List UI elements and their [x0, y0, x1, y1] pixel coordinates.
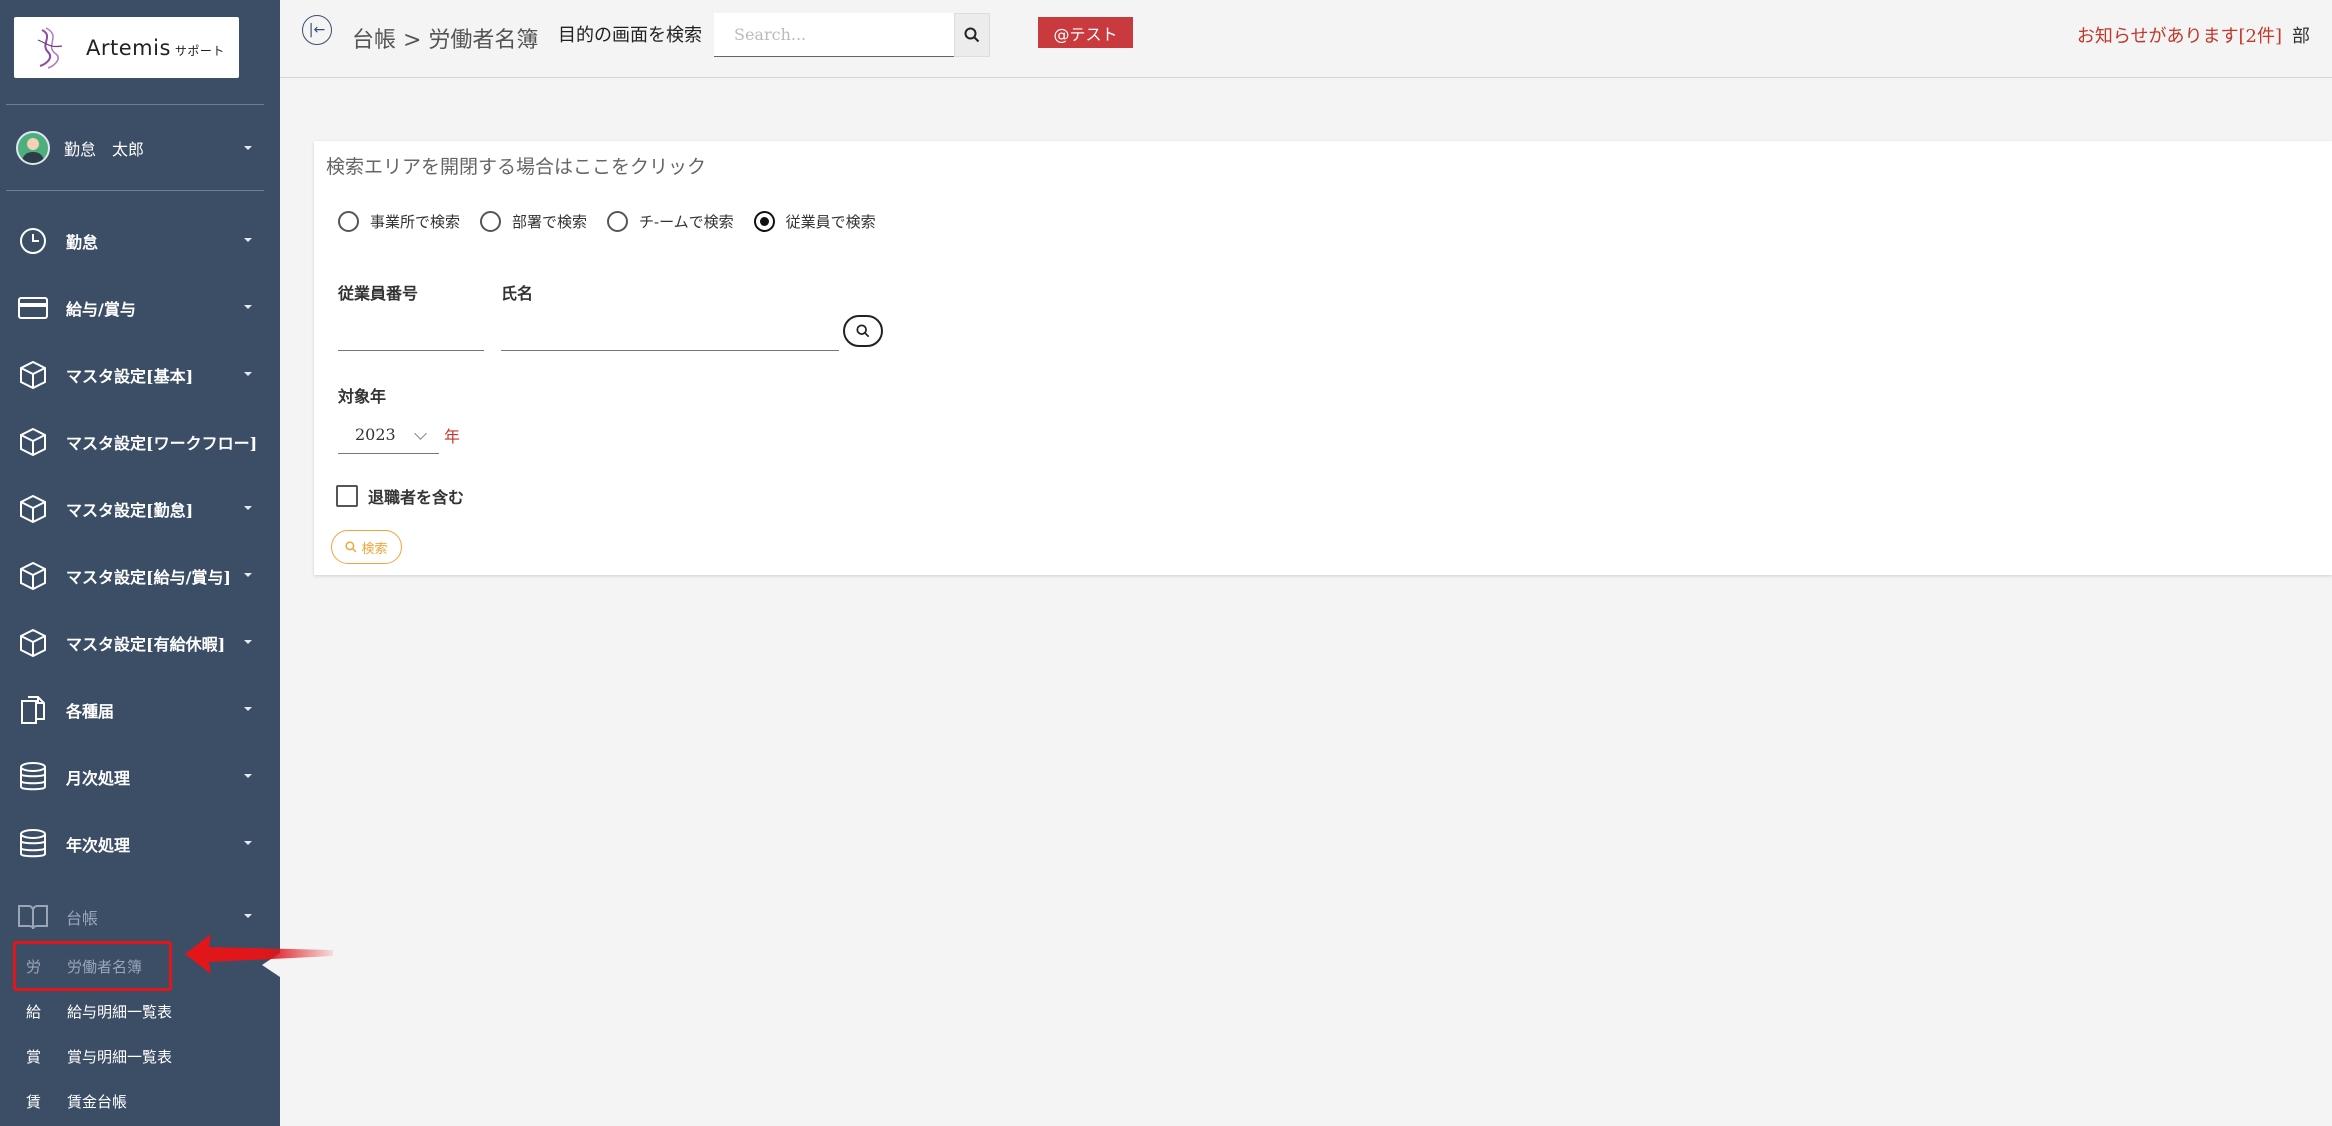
target-year-label: 対象年	[338, 387, 387, 406]
sidebar-item-master-attendance[interactable]: マスタ設定[勤怠]	[0, 475, 280, 542]
sidebar-divider	[6, 190, 264, 191]
target-year-select[interactable]: 2023	[338, 416, 439, 454]
avatar	[16, 131, 50, 165]
chevron-down-icon	[244, 238, 252, 242]
app-logo[interactable]: Artemis サポート	[14, 17, 239, 78]
sidebar-item-label: 給与/賞与	[66, 299, 136, 319]
include-retired-label: 退職者を含む	[368, 488, 465, 507]
sub-item-abbr: 賃	[26, 1092, 42, 1111]
database-icon	[16, 760, 50, 794]
sidebar-subitem-salary-statement-list[interactable]: 給 給与明細一覧表	[0, 989, 280, 1033]
target-year-value: 2023	[355, 425, 396, 444]
sidebar-item-master-basic[interactable]: マスタ設定[基本]	[0, 341, 280, 408]
cube-icon	[16, 358, 50, 392]
sidebar-item-master-workflow[interactable]: マスタ設定[ワークフロー]	[0, 408, 280, 475]
radio-team[interactable]: チ-ームで検索	[607, 211, 734, 232]
sidebar-item-label: 年次処理	[66, 835, 131, 855]
user-menu[interactable]: 勤怠 太郎	[0, 108, 280, 188]
chevron-down-icon	[244, 573, 252, 577]
collapse-icon: |←	[308, 22, 326, 38]
sub-item-abbr: 給	[26, 1002, 42, 1021]
sidebar-item-master-paid-leave[interactable]: マスタ設定[有給休暇]	[0, 609, 280, 676]
sidebar-item-label: 各種届	[66, 701, 115, 721]
database-icon	[16, 827, 50, 861]
sidebar-subitem-bonus-statement-list[interactable]: 賞 賞与明細一覧表	[0, 1034, 280, 1078]
sidebar-item-label: マスタ設定[ワークフロー]	[66, 433, 258, 453]
search-panel-toggle[interactable]: 検索エリアを開閉する場合はここをクリック	[326, 152, 706, 179]
radio-office[interactable]: 事業所で検索	[338, 211, 460, 232]
sub-item-label: 給与明細一覧表	[67, 1002, 173, 1021]
search-icon	[964, 27, 980, 43]
chevron-down-icon	[244, 774, 252, 778]
environment-badge[interactable]: @テスト	[1038, 17, 1133, 48]
top-header: |← 台帳 > 労働者名簿 目的の画面を検索 @テスト お知らせがあります[2件…	[280, 0, 2332, 78]
highlight-box	[13, 941, 172, 991]
search-panel: 検索エリアを開閉する場合はここをクリック 事業所で検索 部署で検索 チ-ームで検…	[314, 141, 2332, 575]
sidebar-item-label: マスタ設定[給与/賞与]	[66, 567, 231, 587]
screen-search	[714, 13, 990, 57]
radio-department[interactable]: 部署で検索	[480, 211, 587, 232]
chevron-down-icon	[244, 640, 252, 644]
chevron-down-icon	[244, 707, 252, 711]
sidebar-item-label: 勤怠	[66, 232, 99, 252]
sidebar-divider	[6, 104, 264, 105]
sidebar-item-label: 月次処理	[66, 768, 131, 788]
book-icon	[16, 900, 50, 934]
breadcrumb: 台帳 > 労働者名簿	[352, 28, 539, 53]
year-unit: 年	[444, 427, 461, 446]
chevron-down-icon	[244, 841, 252, 845]
search-icon	[856, 324, 870, 338]
credit-card-icon	[16, 291, 50, 325]
sidebar-item-annual[interactable]: 年次処理	[0, 810, 280, 877]
sidebar-item-label: マスタ設定[有給休暇]	[66, 634, 226, 654]
name-label: 氏名	[501, 284, 534, 303]
sidebar-item-label: マスタ設定[勤怠]	[66, 500, 194, 520]
radio-employee[interactable]: 従業員で検索	[753, 211, 876, 232]
search-icon	[345, 541, 357, 553]
sidebar-item-label: 台帳	[66, 908, 99, 928]
sidebar-item-payroll[interactable]: 給与/賞与	[0, 274, 280, 341]
chevron-down-icon	[244, 305, 252, 309]
screen-search-button[interactable]	[953, 13, 990, 57]
cube-icon	[16, 492, 50, 526]
sub-item-abbr: 賞	[26, 1047, 42, 1066]
search-button[interactable]: 検索	[331, 530, 402, 564]
chevron-down-icon	[414, 427, 427, 440]
cube-icon	[16, 559, 50, 593]
red-arrow-icon	[185, 934, 333, 974]
screen-search-input[interactable]	[714, 13, 954, 57]
sidebar-subitem-wage-ledger[interactable]: 賃 賃金台帳	[0, 1079, 280, 1123]
sub-item-label: 賃金台帳	[67, 1092, 128, 1111]
chevron-down-icon	[244, 506, 252, 510]
sidebar-item-monthly[interactable]: 月次処理	[0, 743, 280, 810]
employee-number-input[interactable]	[338, 317, 484, 351]
screen-search-label: 目的の画面を検索	[558, 25, 702, 46]
include-retired-checkbox[interactable]: 退職者を含む	[336, 484, 464, 508]
chevron-down-icon	[244, 372, 252, 376]
cube-icon	[16, 626, 50, 660]
sidebar-item-attendance[interactable]: 勤怠	[0, 207, 280, 274]
sub-item-label: 賞与明細一覧表	[67, 1047, 173, 1066]
app-logo-text: Artemis サポート	[86, 35, 225, 60]
clock-icon	[16, 224, 50, 258]
collapse-sidebar-button[interactable]: |←	[302, 15, 332, 45]
cube-icon	[16, 425, 50, 459]
notification-link[interactable]: お知らせがあります[2件] 部	[2077, 22, 2310, 48]
search-type-radio-group: 事業所で検索 部署で検索 チ-ームで検索 従業員で検索	[338, 211, 896, 232]
name-search-button[interactable]	[843, 315, 883, 347]
checkbox-box[interactable]	[336, 485, 358, 507]
copy-icon	[16, 693, 50, 727]
sidebar-item-label: マスタ設定[基本]	[66, 366, 194, 386]
artemis-logo-icon	[37, 26, 63, 69]
chevron-down-icon	[244, 146, 252, 150]
sidebar-item-master-payroll[interactable]: マスタ設定[給与/賞与]	[0, 542, 280, 609]
user-name: 勤怠 太郎	[64, 140, 145, 159]
chevron-up-icon	[244, 914, 252, 918]
name-input[interactable]	[501, 317, 839, 351]
employee-number-label: 従業員番号	[338, 284, 419, 303]
sidebar-item-requests[interactable]: 各種届	[0, 676, 280, 743]
